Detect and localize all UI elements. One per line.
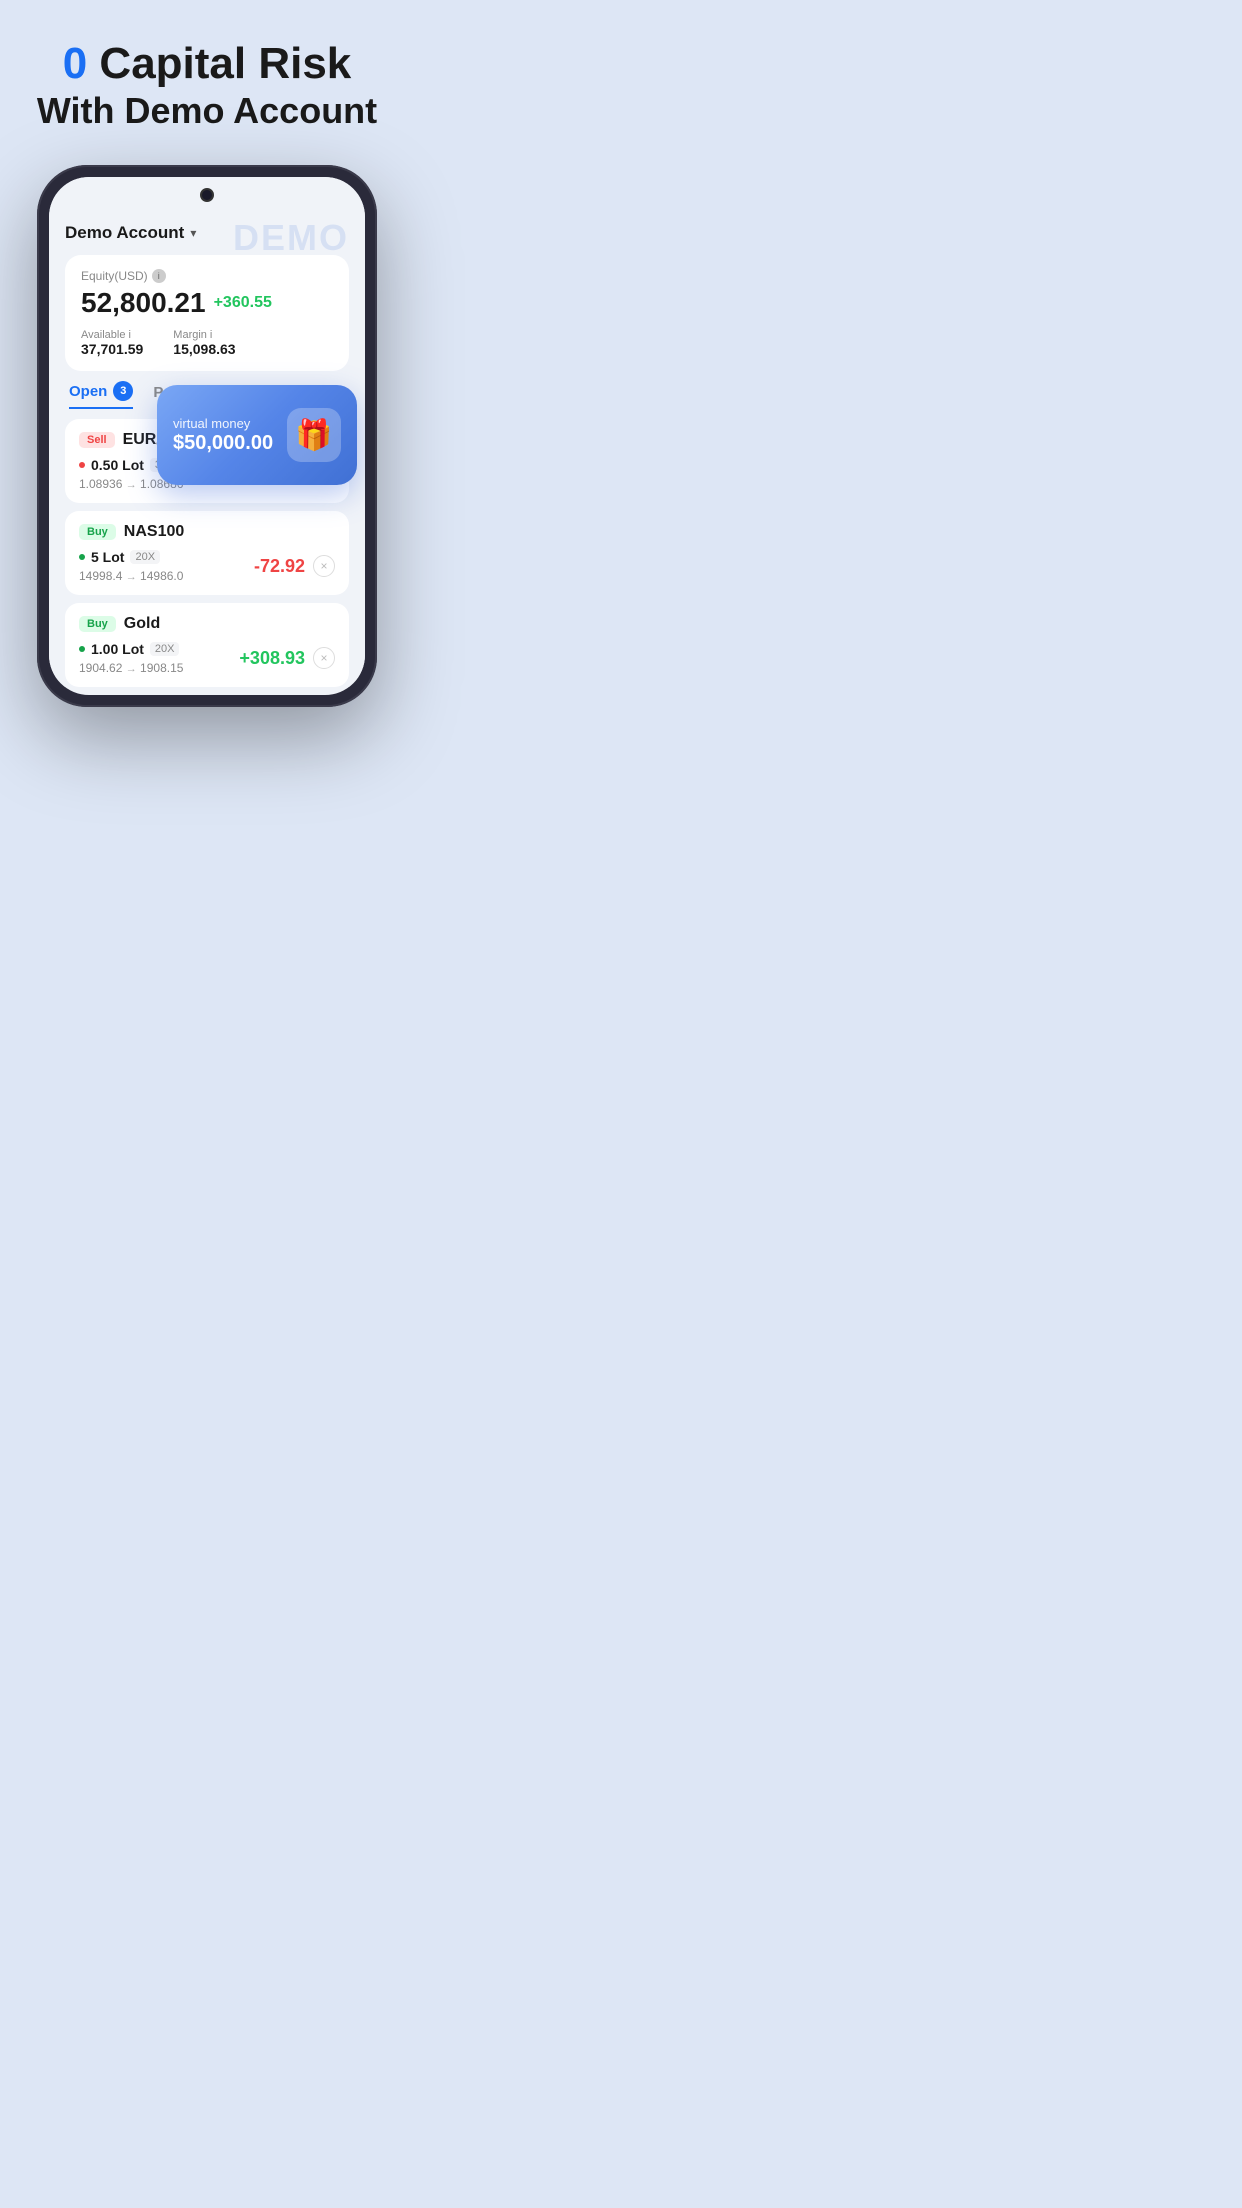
available-label: Available i (81, 329, 143, 341)
trade-price: 14998.4 → 14986.0 (79, 569, 183, 583)
trade-card: Buy NAS100 5 Lot 20X 14998.4 → 14986.0 -… (65, 511, 349, 595)
trade-dot-icon (79, 554, 85, 560)
trade-lot: 5 Lot (91, 549, 124, 565)
trade-pnl: +308.93 (239, 648, 305, 669)
trade-details: 1.00 Lot 20X 1904.62 → 1908.15 +308.93 × (79, 641, 335, 675)
margin-value: 15,098.63 (173, 341, 235, 357)
trade-symbol: Gold (124, 615, 160, 633)
virtual-money-card: virtual money $50,000.00 🎁 (157, 385, 357, 485)
trade-left: 5 Lot 20X 14998.4 → 14986.0 (79, 549, 183, 583)
phone-camera (200, 188, 214, 202)
trade-header: Buy NAS100 (79, 523, 335, 541)
trade-close-button[interactable]: × (313, 647, 335, 669)
sub-row: Available i 37,701.59 Margin i 15,098.63 (81, 329, 333, 357)
balance-card: Equity(USD) i 52,800.21 +360.55 Availabl… (65, 255, 349, 371)
gift-icon: 🎁 (287, 408, 341, 462)
trade-details: 5 Lot 20X 14998.4 → 14986.0 -72.92 × (79, 549, 335, 583)
trade-symbol: NAS100 (124, 523, 184, 541)
virtual-money-amount: $50,000.00 (173, 431, 273, 455)
chevron-down-icon: ▾ (190, 226, 196, 240)
account-label[interactable]: Demo Account (65, 223, 184, 243)
available-item: Available i 37,701.59 (81, 329, 143, 357)
tab-open[interactable]: Open 3 (69, 381, 133, 409)
virtual-text: virtual money $50,000.00 (173, 416, 273, 455)
phone-frame: Demo Account ▾ DEMO Equity(USD) i 52,800… (37, 165, 377, 707)
trade-header: Buy Gold (79, 615, 335, 633)
account-header: Demo Account ▾ DEMO (65, 223, 349, 243)
equity-info-icon[interactable]: i (152, 269, 166, 283)
equity-change: +360.55 (214, 294, 272, 312)
trade-lot: 1.00 Lot (91, 641, 144, 657)
trade-card: Buy Gold 1.00 Lot 20X 1904.62 → 1908.15 … (65, 603, 349, 687)
trade-right: -72.92 × (254, 555, 335, 577)
trade-close-button[interactable]: × (313, 555, 335, 577)
equity-value: 52,800.21 +360.55 (81, 287, 333, 319)
equity-label: Equity(USD) i (81, 269, 333, 283)
trade-type-badge: Buy (79, 616, 116, 632)
margin-label: Margin i (173, 329, 235, 341)
trade-pnl: -72.92 (254, 556, 305, 577)
arrow-icon: → (126, 479, 137, 491)
demo-watermark: DEMO (233, 217, 349, 259)
trade-right: +308.93 × (239, 647, 335, 669)
hero-section: 0 Capital Risk With Demo Account (17, 40, 397, 135)
available-info-icon[interactable]: i (128, 329, 130, 341)
virtual-money-label: virtual money (173, 416, 273, 431)
trade-price: 1904.62 → 1908.15 (79, 661, 183, 675)
trade-lot-row: 5 Lot 20X (79, 549, 183, 565)
margin-item: Margin i 15,098.63 (173, 329, 235, 357)
arrow-icon: → (126, 663, 137, 675)
phone-top-bar (49, 177, 365, 213)
app-content: Demo Account ▾ DEMO Equity(USD) i 52,800… (49, 213, 365, 687)
trade-lot-row: 1.00 Lot 20X (79, 641, 183, 657)
trade-leverage: 20X (130, 550, 160, 564)
arrow-icon: → (126, 571, 137, 583)
hero-line1: 0 Capital Risk (37, 40, 377, 88)
hero-zero: 0 (63, 39, 87, 88)
phone-screen: Demo Account ▾ DEMO Equity(USD) i 52,800… (49, 177, 365, 695)
available-value: 37,701.59 (81, 341, 143, 357)
trade-leverage: 20X (150, 642, 180, 656)
open-count-badge: 3 (113, 381, 133, 401)
trade-dot-icon (79, 646, 85, 652)
hero-line2: With Demo Account (37, 88, 377, 135)
trade-type-badge: Buy (79, 524, 116, 540)
trade-dot-icon (79, 462, 85, 468)
trade-type-badge: Sell (79, 432, 115, 448)
trade-left: 1.00 Lot 20X 1904.62 → 1908.15 (79, 641, 183, 675)
margin-info-icon[interactable]: i (210, 329, 212, 341)
trade-lot: 0.50 Lot (91, 457, 144, 473)
